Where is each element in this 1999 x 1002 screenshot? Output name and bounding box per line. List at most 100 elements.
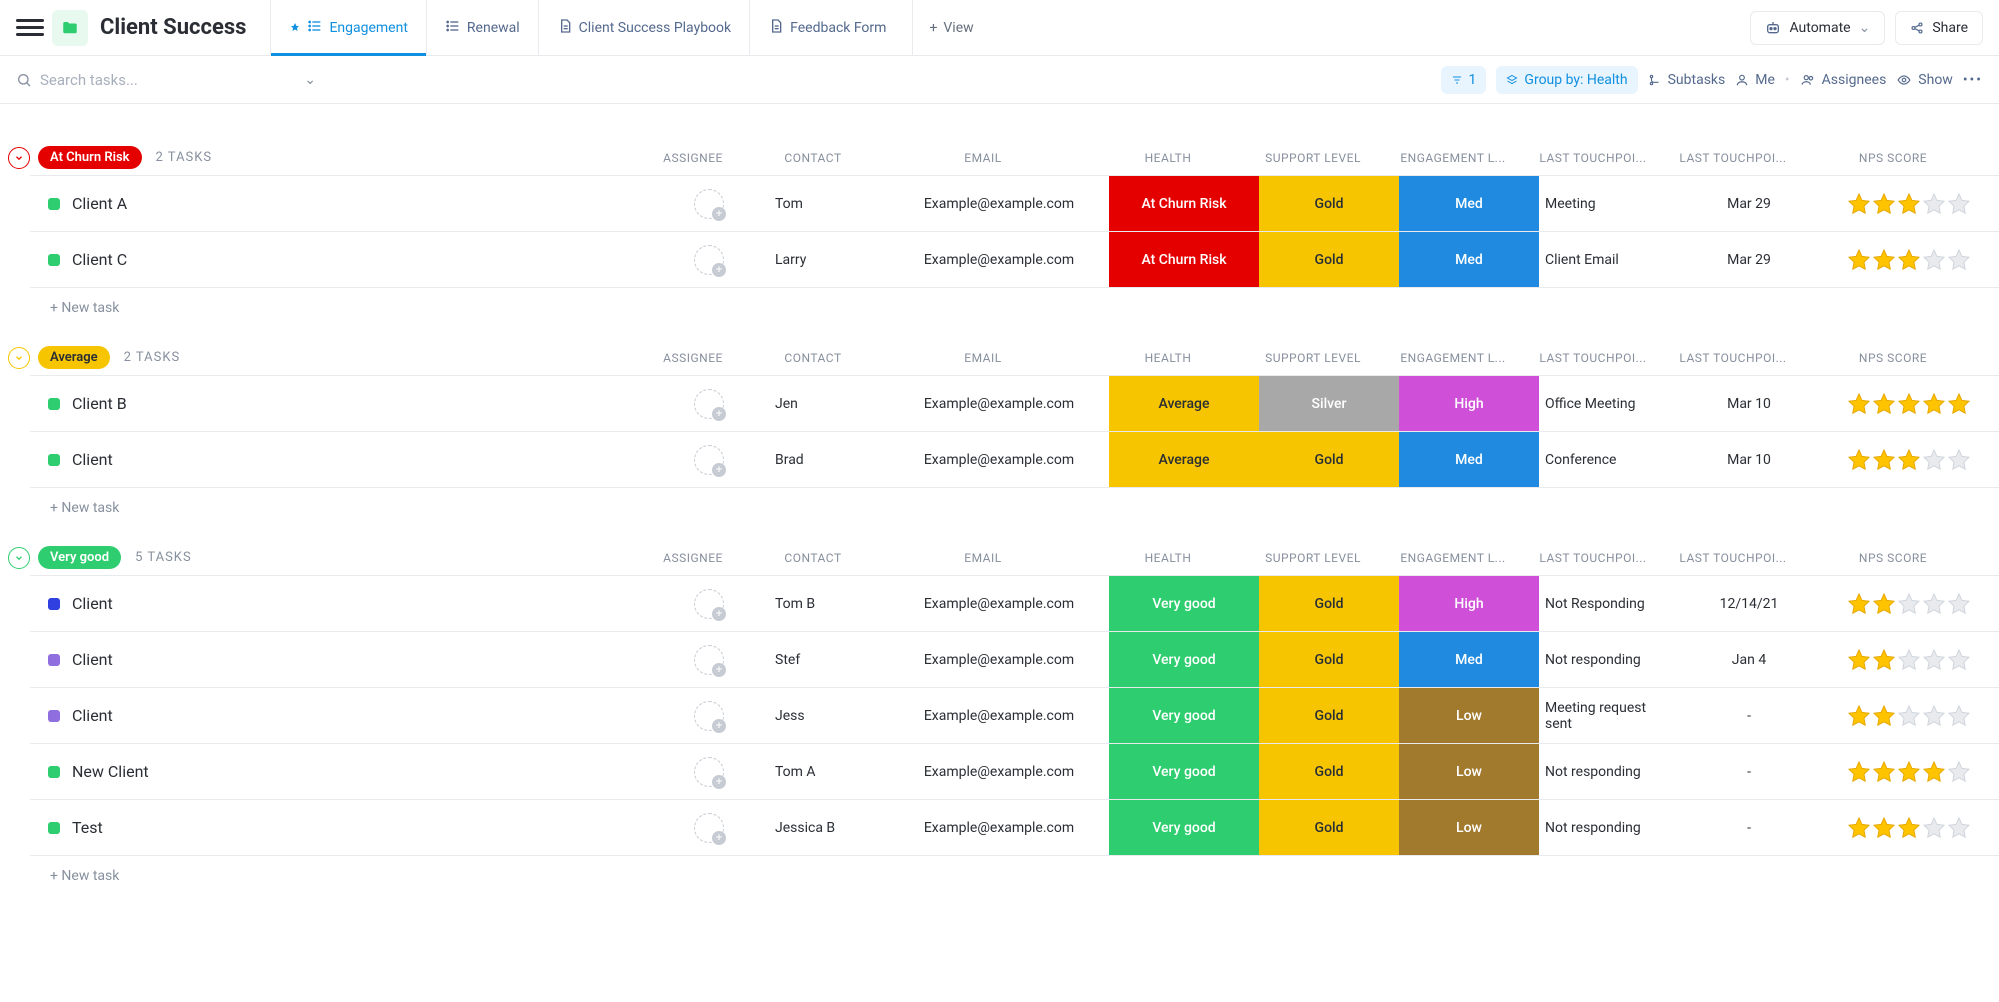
show-button[interactable]: Show [1896,72,1953,88]
status-square[interactable] [48,454,60,466]
table-row[interactable]: Client BJenExample@example.comAverageSil… [30,376,1999,432]
nps-cell[interactable] [1819,432,1999,487]
col-touchpoint-date[interactable]: LAST TOUCHPOI... [1663,551,1803,565]
support-cell[interactable]: Gold [1259,632,1399,687]
new-task-button[interactable]: + New task [0,856,1999,890]
health-cell[interactable]: Very good [1109,800,1259,855]
nps-cell[interactable] [1819,632,1999,687]
col-touchpoint[interactable]: LAST TOUCHPOI... [1523,351,1663,365]
engagement-cell[interactable]: Med [1399,176,1539,231]
support-cell[interactable]: Gold [1259,176,1399,231]
nps-stars[interactable] [1847,816,1971,840]
touchdate-cell[interactable]: Mar 10 [1679,432,1819,487]
health-cell[interactable]: Very good [1109,632,1259,687]
engagement-cell[interactable]: Med [1399,432,1539,487]
status-square[interactable] [48,654,60,666]
assignee-cell[interactable] [649,176,769,231]
engagement-cell[interactable]: Med [1399,232,1539,287]
status-square[interactable] [48,254,60,266]
contact-cell[interactable]: Tom B [769,576,889,631]
health-cell[interactable]: At Churn Risk [1109,176,1259,231]
email-cell[interactable]: Example@example.com [889,376,1109,431]
engagement-cell[interactable]: Low [1399,800,1539,855]
contact-cell[interactable]: Tom A [769,744,889,799]
health-cell[interactable]: Very good [1109,744,1259,799]
col-health[interactable]: HEALTH [1093,351,1243,365]
touchdate-cell[interactable]: - [1679,744,1819,799]
table-row[interactable]: Client ATomExample@example.comAt Churn R… [30,176,1999,232]
table-row[interactable]: ClientBradExample@example.comAverageGold… [30,432,1999,488]
table-row[interactable]: ClientTom BExample@example.comVery goodG… [30,576,1999,632]
col-touchpoint-date[interactable]: LAST TOUCHPOI... [1663,151,1803,165]
col-assignee[interactable]: ASSIGNEE [633,351,753,365]
group-badge[interactable]: Average [38,346,110,369]
health-cell[interactable]: At Churn Risk [1109,232,1259,287]
table-row[interactable]: Client CLarryExample@example.comAt Churn… [30,232,1999,288]
new-task-button[interactable]: + New task [0,288,1999,322]
status-square[interactable] [48,822,60,834]
email-cell[interactable]: Example@example.com [889,576,1109,631]
nps-cell[interactable] [1819,800,1999,855]
touchpoint-cell[interactable]: Meeting [1539,176,1679,231]
more-menu[interactable]: ••• [1963,72,1983,88]
email-cell[interactable]: Example@example.com [889,176,1109,231]
col-support[interactable]: SUPPORT LEVEL [1243,151,1383,165]
col-engagement[interactable]: ENGAGEMENT L... [1383,551,1523,565]
col-contact[interactable]: CONTACT [753,551,873,565]
nps-stars[interactable] [1847,448,1971,472]
col-assignee[interactable]: ASSIGNEE [633,551,753,565]
nps-cell[interactable] [1819,232,1999,287]
automate-button[interactable]: Automate ⌄ [1750,11,1885,45]
col-engagement[interactable]: ENGAGEMENT L... [1383,151,1523,165]
assignee-cell[interactable] [649,744,769,799]
contact-cell[interactable]: Jess [769,688,889,743]
groupby-pill[interactable]: Group by: Health [1496,66,1637,94]
nps-stars[interactable] [1847,592,1971,616]
touchpoint-cell[interactable]: Meeting request sent [1539,688,1679,743]
nps-stars[interactable] [1847,704,1971,728]
group-badge[interactable]: At Churn Risk [38,146,142,169]
filter-pill[interactable]: 1 [1441,66,1487,94]
status-square[interactable] [48,198,60,210]
assignee-cell[interactable] [649,232,769,287]
nps-cell[interactable] [1819,576,1999,631]
col-touchpoint[interactable]: LAST TOUCHPOI... [1523,551,1663,565]
col-health[interactable]: HEALTH [1093,151,1243,165]
touchpoint-cell[interactable]: Conference [1539,432,1679,487]
touchdate-cell[interactable]: Jan 4 [1679,632,1819,687]
engagement-cell[interactable]: High [1399,376,1539,431]
health-cell[interactable]: Average [1109,376,1259,431]
touchdate-cell[interactable]: Mar 29 [1679,176,1819,231]
touchpoint-cell[interactable]: Not responding [1539,632,1679,687]
col-contact[interactable]: CONTACT [753,351,873,365]
engagement-cell[interactable]: Med [1399,632,1539,687]
col-support[interactable]: SUPPORT LEVEL [1243,551,1383,565]
tab-renewal[interactable]: Renewal [426,0,538,56]
contact-cell[interactable]: Jen [769,376,889,431]
add-view-button[interactable]: + View [912,0,989,56]
col-health[interactable]: HEALTH [1093,551,1243,565]
tab-client-success-playbook[interactable]: Client Success Playbook [538,0,749,56]
touchdate-cell[interactable]: 12/14/21 [1679,576,1819,631]
email-cell[interactable]: Example@example.com [889,688,1109,743]
share-button[interactable]: Share [1895,11,1983,45]
col-email[interactable]: EMAIL [873,551,1093,565]
assignees-button[interactable]: Assignees [1800,72,1887,88]
contact-cell[interactable]: Brad [769,432,889,487]
contact-cell[interactable]: Stef [769,632,889,687]
email-cell[interactable]: Example@example.com [889,632,1109,687]
status-square[interactable] [48,598,60,610]
me-button[interactable]: Me [1735,72,1775,88]
touchpoint-cell[interactable]: Client Email [1539,232,1679,287]
contact-cell[interactable]: Tom [769,176,889,231]
assignee-cell[interactable] [649,632,769,687]
nps-stars[interactable] [1847,248,1971,272]
email-cell[interactable]: Example@example.com [889,432,1109,487]
touchpoint-cell[interactable]: Office Meeting [1539,376,1679,431]
chevron-down-icon[interactable]: ⌄ [304,72,316,88]
touchpoint-cell[interactable]: Not responding [1539,744,1679,799]
col-email[interactable]: EMAIL [873,151,1093,165]
status-square[interactable] [48,766,60,778]
assignee-cell[interactable] [649,432,769,487]
col-nps[interactable]: NPS SCORE [1803,351,1983,365]
